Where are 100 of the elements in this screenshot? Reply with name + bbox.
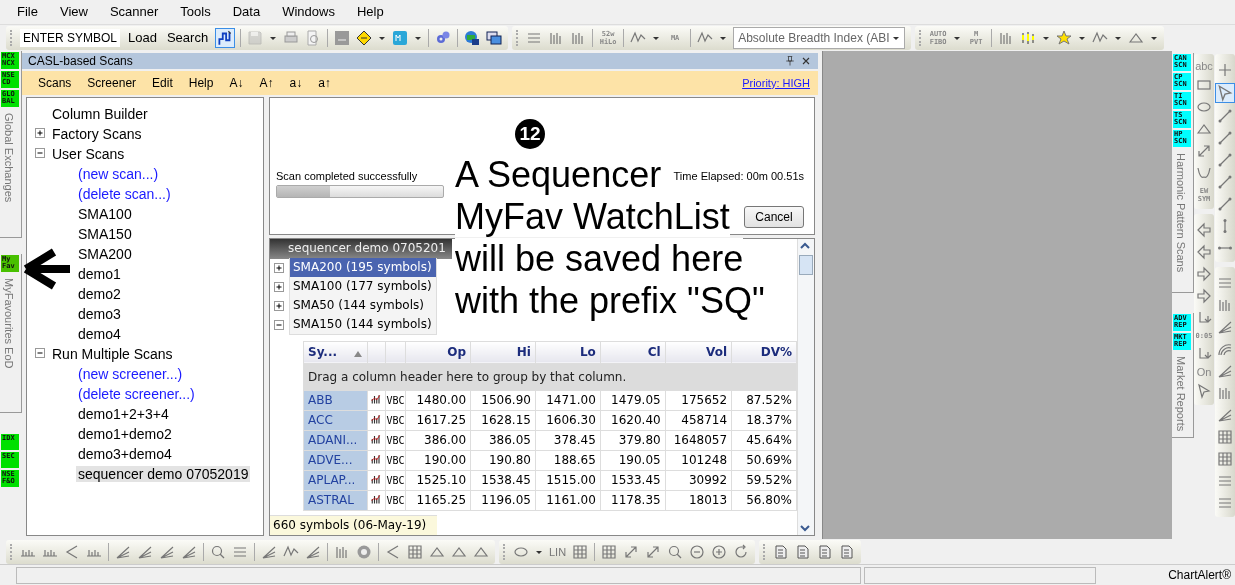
chart-icon[interactable]: [370, 472, 383, 485]
tree-item[interactable]: demo1+2+3+4: [76, 405, 171, 422]
tree-item[interactable]: sequencer demo 07052019: [76, 465, 251, 482]
menu-item[interactable]: Scans: [30, 75, 80, 90]
menu-item[interactable]: Scanner: [98, 4, 170, 20]
line-icon[interactable]: [1217, 151, 1233, 168]
zoom-in-icon[interactable]: [711, 543, 728, 560]
grid-icon[interactable]: [1217, 428, 1233, 445]
line-tool[interactable]: LIN: [549, 545, 567, 558]
expand-toggle[interactable]: [274, 319, 285, 331]
candlestick-icon[interactable]: [1020, 29, 1037, 46]
pointer-icon[interactable]: [1216, 83, 1234, 102]
column-header[interactable]: Sy...: [303, 341, 368, 364]
priority-link[interactable]: Priority: HIGH: [734, 76, 818, 89]
tree-item[interactable]: Run Multiple Scans: [50, 345, 175, 362]
scroll-thumb[interactable]: [799, 254, 813, 275]
symbol-cell[interactable]: ADANI...: [303, 430, 368, 451]
cursor-icon[interactable]: [1196, 382, 1212, 399]
tree-item[interactable]: demo1: [76, 265, 123, 282]
column-header[interactable]: Op: [405, 341, 471, 364]
line-icon[interactable]: [1217, 173, 1233, 190]
zoom-out-icon[interactable]: [689, 543, 706, 560]
magnifier-icon[interactable]: [210, 543, 226, 560]
diamond-icon[interactable]: [356, 29, 373, 46]
group-row[interactable]: SMA150 (144 symbols): [289, 315, 437, 336]
menu-item[interactable]: Windows: [271, 4, 346, 20]
menu-item[interactable]: Help: [345, 4, 395, 20]
line-icon[interactable]: [1217, 107, 1233, 124]
toolbar-button[interactable]: Search: [164, 30, 211, 46]
print-icon[interactable]: [283, 29, 300, 46]
angle-icon[interactable]: [385, 543, 401, 560]
left-arrow-icon[interactable]: [1196, 243, 1212, 260]
chart-icon[interactable]: [370, 452, 383, 465]
toolbar-button[interactable]: Load: [126, 30, 159, 46]
right-arrow-icon[interactable]: [1196, 287, 1212, 304]
column-header[interactable]: DV%: [731, 341, 797, 364]
indicator-dropdown[interactable]: Absolute Breadth Index (ABI: [733, 26, 906, 49]
badge-icon[interactable]: [392, 29, 409, 46]
tree-item[interactable]: demo3: [76, 305, 123, 322]
hook-arrow-icon[interactable]: [1196, 309, 1212, 326]
expand-toggle[interactable]: [35, 148, 46, 160]
symbol-cell[interactable]: ASTRAL: [303, 490, 368, 511]
symbol-cell[interactable]: APLAP...: [303, 470, 368, 491]
angle-icon[interactable]: [64, 543, 80, 560]
sort-button[interactable]: A↑: [251, 75, 282, 90]
symbol-cell[interactable]: ACC: [303, 410, 368, 431]
box-icon[interactable]: [334, 29, 351, 46]
symbol-field[interactable]: ENTER SYMBOL: [20, 28, 120, 47]
chart-icon[interactable]: [370, 392, 383, 405]
menu-item[interactable]: Data: [221, 4, 272, 20]
symbol-cell[interactable]: ABB: [303, 390, 368, 411]
expand-icon[interactable]: [623, 543, 640, 560]
results-tab[interactable]: sequencer demo 0705201: [270, 238, 452, 259]
expand-toggle[interactable]: [35, 128, 46, 140]
menu-item[interactable]: Edit: [144, 75, 181, 90]
chart-icon[interactable]: [370, 412, 383, 425]
group-row[interactable]: SMA50 (144 symbols): [289, 296, 437, 317]
crosshair-icon[interactable]: [1217, 61, 1233, 78]
tree-link[interactable]: (delete scan...): [76, 185, 173, 202]
sort-button[interactable]: a↑: [310, 75, 339, 90]
column-header[interactable]: Hi: [470, 341, 536, 364]
tree-item[interactable]: Factory Scans: [50, 125, 144, 142]
expand-toggle[interactable]: [274, 262, 285, 274]
left-arrow-icon[interactable]: [1196, 221, 1212, 238]
tree-item[interactable]: demo1+demo2: [76, 425, 174, 442]
grid-icon[interactable]: [407, 543, 423, 560]
tree-item[interactable]: SMA150: [76, 225, 134, 242]
tree-item[interactable]: SMA100: [76, 205, 134, 222]
star-icon[interactable]: [1056, 29, 1073, 46]
document-icon[interactable]: [795, 543, 812, 560]
search-icon[interactable]: [667, 543, 684, 560]
right-arrow-icon[interactable]: [1196, 265, 1212, 282]
tree-link[interactable]: (delete screener...): [76, 385, 197, 402]
refresh-icon[interactable]: [733, 543, 750, 560]
symbol-cell[interactable]: ADVE...: [303, 450, 368, 471]
circle-icon[interactable]: [356, 543, 372, 560]
double-arrow-icon[interactable]: [1196, 142, 1212, 159]
menu-item[interactable]: Help: [180, 75, 222, 90]
column-header[interactable]: Lo: [535, 341, 601, 364]
tree-link[interactable]: (new scan...): [76, 165, 161, 182]
sort-button[interactable]: A↓: [221, 75, 252, 90]
menu-item[interactable]: View: [48, 4, 99, 20]
chart-icon[interactable]: [370, 432, 383, 445]
tree-item[interactable]: Column Builder: [50, 105, 150, 122]
tree-item[interactable]: demo4: [76, 325, 123, 342]
chart-icon[interactable]: [370, 492, 383, 505]
menu-item[interactable]: Screener: [79, 75, 145, 90]
line-icon[interactable]: [1217, 129, 1233, 146]
column-header[interactable]: Vol: [665, 341, 732, 364]
expand-toggle[interactable]: [274, 300, 285, 312]
cancel-button[interactable]: Cancel: [744, 205, 804, 228]
tree-item[interactable]: demo2: [76, 285, 123, 302]
expand-icon[interactable]: [645, 543, 662, 560]
step-chart-icon[interactable]: [216, 28, 235, 47]
pin-icon[interactable]: [784, 54, 796, 67]
grid-icon[interactable]: [1217, 450, 1233, 467]
tree-item[interactable]: User Scans: [50, 145, 127, 162]
windows-icon[interactable]: [486, 29, 503, 46]
group-row[interactable]: SMA100 (177 symbols): [289, 277, 437, 298]
grid-icon[interactable]: [572, 543, 589, 560]
